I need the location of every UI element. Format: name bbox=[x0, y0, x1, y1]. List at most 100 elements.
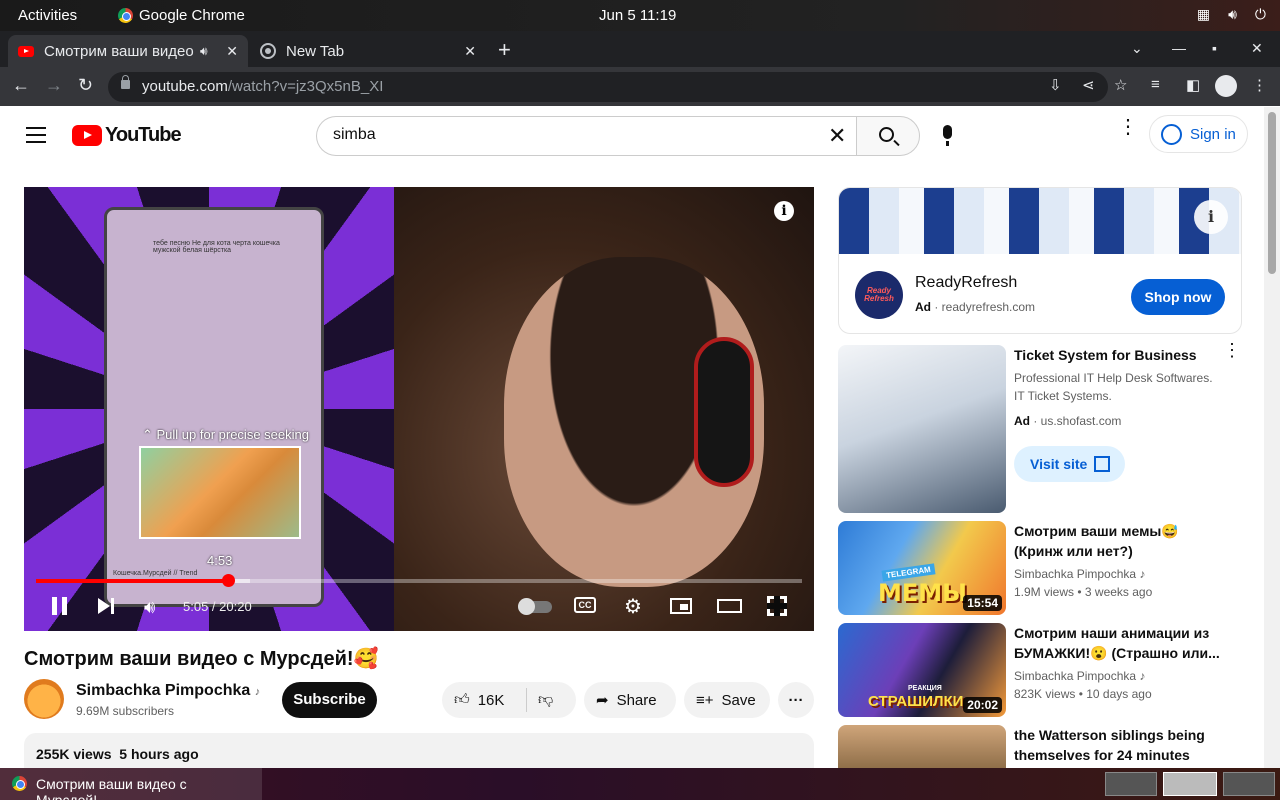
tab-audio-icon[interactable]: 🔊︎ bbox=[200, 44, 208, 59]
recommended-video[interactable]: РЕАКЦИЯ СТРАШИЛКИ 20:02 Смотрим наши ани… bbox=[838, 623, 1242, 717]
sign-in-label: Sign in bbox=[1190, 126, 1236, 143]
music-note-icon: ♪ bbox=[1139, 669, 1146, 683]
seek-preview-thumbnail bbox=[139, 446, 301, 539]
progress-played bbox=[36, 579, 228, 583]
app-menu[interactable]: Google Chrome bbox=[118, 7, 245, 24]
menu-icon[interactable] bbox=[26, 127, 46, 148]
advertiser-logo[interactable]: Ready Refresh bbox=[855, 271, 903, 319]
close-window-icon[interactable]: ✕ bbox=[1251, 40, 1263, 57]
close-tab-icon[interactable]: ✕ bbox=[226, 43, 238, 60]
activities-button[interactable]: Activities bbox=[18, 7, 77, 24]
banner-ad[interactable]: i Ready Refresh ReadyRefresh Ad · readyr… bbox=[838, 187, 1242, 334]
install-icon[interactable]: ⇩ bbox=[1049, 76, 1062, 94]
progress-bar[interactable] bbox=[36, 574, 802, 587]
theater-mode-icon[interactable] bbox=[717, 599, 742, 613]
ad-video-card[interactable]: Ticket System for Business ⋮ Professiona… bbox=[838, 341, 1242, 513]
share-button[interactable]: ➦ Share bbox=[584, 682, 676, 718]
video-thumbnail[interactable]: TELEGRAM МЕМЫ 15:54 bbox=[838, 521, 1006, 615]
like-button[interactable]: 👍︎ 16K bbox=[454, 691, 504, 709]
back-icon[interactable]: ← bbox=[12, 75, 30, 96]
youtube-logo[interactable]: YouTube bbox=[72, 124, 182, 147]
video-player[interactable]: тебе песню Не для кота черта кошечка муж… bbox=[24, 187, 814, 631]
ad-video-thumbnail[interactable] bbox=[838, 345, 1006, 513]
voice-search-icon[interactable] bbox=[943, 125, 952, 146]
settings-more-icon[interactable]: ⋮ bbox=[1118, 117, 1138, 137]
ad-info-icon[interactable]: i bbox=[1194, 200, 1228, 234]
sign-in-button[interactable]: Sign in bbox=[1149, 115, 1248, 153]
autoplay-toggle[interactable] bbox=[518, 598, 552, 615]
visit-site-button[interactable]: Visit site bbox=[1014, 446, 1125, 482]
app-menu-label: Google Chrome bbox=[139, 7, 245, 24]
recommended-video[interactable]: the Watterson siblings being themselves … bbox=[838, 725, 1242, 768]
advertiser-name[interactable]: ReadyRefresh bbox=[915, 274, 1017, 292]
chrome-menu-icon[interactable]: ⋮ bbox=[1252, 76, 1267, 94]
chrome-favicon-icon bbox=[260, 43, 276, 59]
channel-avatar[interactable] bbox=[24, 679, 64, 719]
ad-banner-image[interactable] bbox=[839, 188, 1241, 254]
captions-icon[interactable]: CC bbox=[574, 597, 596, 613]
video-title[interactable]: Смотрим наши анимации из БУМАЖКИ!😮 (Стра… bbox=[1014, 623, 1229, 663]
workspace-3[interactable] bbox=[1223, 772, 1275, 796]
taskbar-window-chrome[interactable]: Смотрим ваши видео с Мурсдей!... bbox=[0, 768, 262, 808]
tab-search-icon[interactable]: ⌄ bbox=[1131, 40, 1143, 57]
clock[interactable]: Jun 5 11:19 bbox=[599, 7, 676, 24]
lock-icon[interactable] bbox=[121, 75, 130, 89]
video-title[interactable]: the Watterson siblings being themselves … bbox=[1014, 725, 1229, 765]
search-input[interactable]: simba bbox=[316, 116, 856, 156]
save-button[interactable]: ≡+ Save bbox=[684, 682, 770, 718]
ad-more-icon[interactable]: ⋮ bbox=[1223, 341, 1241, 359]
video-channel[interactable]: Simbachka Pimpochka ♪ bbox=[1014, 567, 1145, 581]
close-tab-icon[interactable]: ✕ bbox=[464, 43, 476, 60]
volume-icon[interactable]: 🔊︎ bbox=[144, 597, 155, 618]
info-icon[interactable]: i bbox=[774, 201, 794, 221]
miniplayer-icon[interactable] bbox=[670, 598, 692, 614]
thumbs-down-icon: 👎︎ bbox=[538, 691, 554, 708]
bookmark-star-icon[interactable]: ☆ bbox=[1114, 76, 1127, 94]
power-icon: ⏻ bbox=[1254, 6, 1266, 22]
reload-icon[interactable]: ↻ bbox=[78, 75, 93, 96]
address-bar[interactable]: youtube.com/watch?v=jz3Qx5nB_XI bbox=[108, 72, 1108, 102]
share-icon[interactable]: ⋖ bbox=[1082, 76, 1095, 94]
more-horizontal-icon: ··· bbox=[788, 691, 804, 709]
next-icon[interactable] bbox=[98, 598, 116, 614]
minimize-icon[interactable]: — bbox=[1172, 40, 1186, 56]
recommended-video[interactable]: TELEGRAM МЕМЫ 15:54 Смотрим ваши мемы😅 (… bbox=[838, 521, 1242, 615]
pause-icon[interactable] bbox=[52, 597, 67, 615]
system-tray[interactable]: ▦ 🔊︎ ⏻ bbox=[1197, 6, 1266, 23]
video-thumbnail[interactable]: РЕАКЦИЯ СТРАШИЛКИ 20:02 bbox=[838, 623, 1006, 717]
ad-label: Ad bbox=[1014, 414, 1030, 428]
workspace-1[interactable] bbox=[1105, 772, 1157, 796]
shop-now-button[interactable]: Shop now bbox=[1131, 279, 1225, 315]
youtube-play-icon bbox=[72, 125, 102, 146]
search-icon bbox=[879, 127, 894, 142]
media-controls-icon[interactable]: ≡ bbox=[1151, 76, 1160, 93]
page-scrollbar-thumb[interactable] bbox=[1268, 112, 1276, 274]
video-title[interactable]: Смотрим ваши мемы😅 (Кринж или нет?) bbox=[1014, 521, 1229, 561]
clear-search-icon[interactable]: ✕ bbox=[828, 123, 846, 149]
ad-video-title[interactable]: Ticket System for Business bbox=[1014, 345, 1229, 365]
upload-age: 5 hours ago bbox=[119, 746, 199, 762]
side-panel-icon[interactable]: ◧ bbox=[1186, 76, 1200, 94]
video-thumbnail[interactable] bbox=[838, 725, 1006, 768]
tab-youtube[interactable]: Смотрим ваши видео с Мурсдей! 🔊︎ ✕ bbox=[8, 35, 248, 67]
youtube-wordmark: YouTube bbox=[105, 124, 182, 146]
maximize-icon[interactable]: ▪ bbox=[1212, 40, 1217, 56]
tab-new-tab[interactable]: New Tab ✕ bbox=[250, 35, 486, 67]
fullscreen-icon[interactable] bbox=[767, 596, 787, 616]
forward-icon[interactable]: → bbox=[45, 75, 63, 96]
video-stats: 823K views • 10 days ago bbox=[1014, 687, 1152, 701]
overlay-footer: Кошечка.Мурсдей // Trend bbox=[113, 570, 198, 577]
profile-avatar-icon[interactable] bbox=[1215, 75, 1237, 97]
workspace-2[interactable] bbox=[1163, 772, 1217, 796]
dislike-button[interactable]: 👎︎ bbox=[538, 691, 553, 709]
new-tab-button[interactable]: + bbox=[498, 37, 511, 63]
progress-scrubber[interactable] bbox=[221, 574, 235, 587]
search-button[interactable] bbox=[856, 116, 920, 156]
like-count: 16K bbox=[477, 691, 505, 709]
video-right-panel bbox=[394, 187, 814, 631]
settings-gear-icon[interactable]: ⚙ bbox=[624, 594, 642, 619]
subscribe-button[interactable]: Subscribe bbox=[282, 682, 377, 718]
video-channel[interactable]: Simbachka Pimpochka ♪ bbox=[1014, 669, 1145, 683]
more-actions-button[interactable]: ··· bbox=[778, 682, 814, 718]
channel-name[interactable]: Simbachka Pimpochka ♪ bbox=[76, 682, 260, 700]
